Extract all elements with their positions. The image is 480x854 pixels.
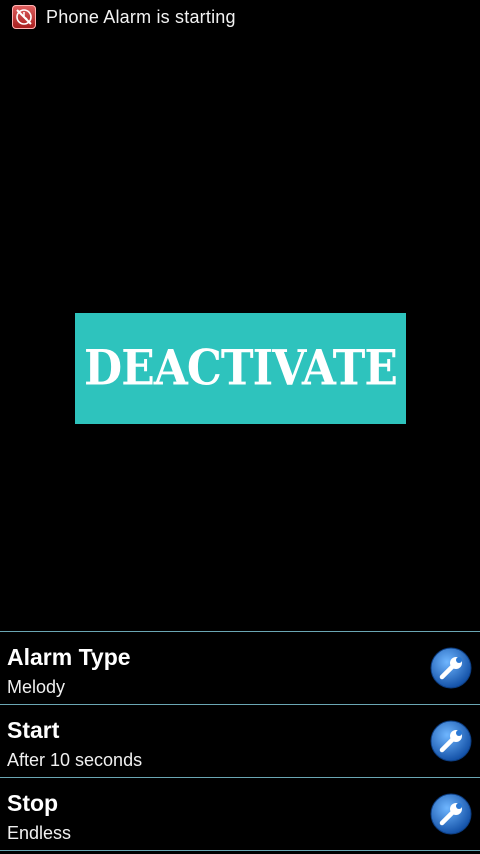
wrench-icon[interactable]	[430, 720, 472, 762]
settings-list: Alarm Type Melody Start After 10 seconds	[0, 631, 480, 851]
notification-bar: Phone Alarm is starting	[0, 0, 480, 34]
alarm-off-icon	[12, 5, 36, 29]
setting-value: Melody	[7, 677, 66, 697]
deactivate-button[interactable]: DEACTIVATE	[75, 313, 406, 424]
setting-title: Start	[7, 717, 60, 743]
setting-title: Alarm Type	[7, 644, 131, 670]
deactivate-label: DEACTIVATE	[84, 340, 398, 397]
setting-value: Endless	[7, 823, 72, 843]
wrench-icon[interactable]	[430, 793, 472, 835]
notification-text: Phone Alarm is starting	[46, 6, 236, 27]
setting-title: Stop	[7, 790, 59, 816]
setting-row-stop[interactable]: Stop Endless	[0, 778, 480, 851]
setting-value: After 10 seconds	[7, 750, 143, 770]
wrench-icon[interactable]	[430, 647, 472, 689]
setting-row-alarm-type[interactable]: Alarm Type Melody	[0, 632, 480, 705]
setting-row-start[interactable]: Start After 10 seconds	[0, 705, 480, 778]
